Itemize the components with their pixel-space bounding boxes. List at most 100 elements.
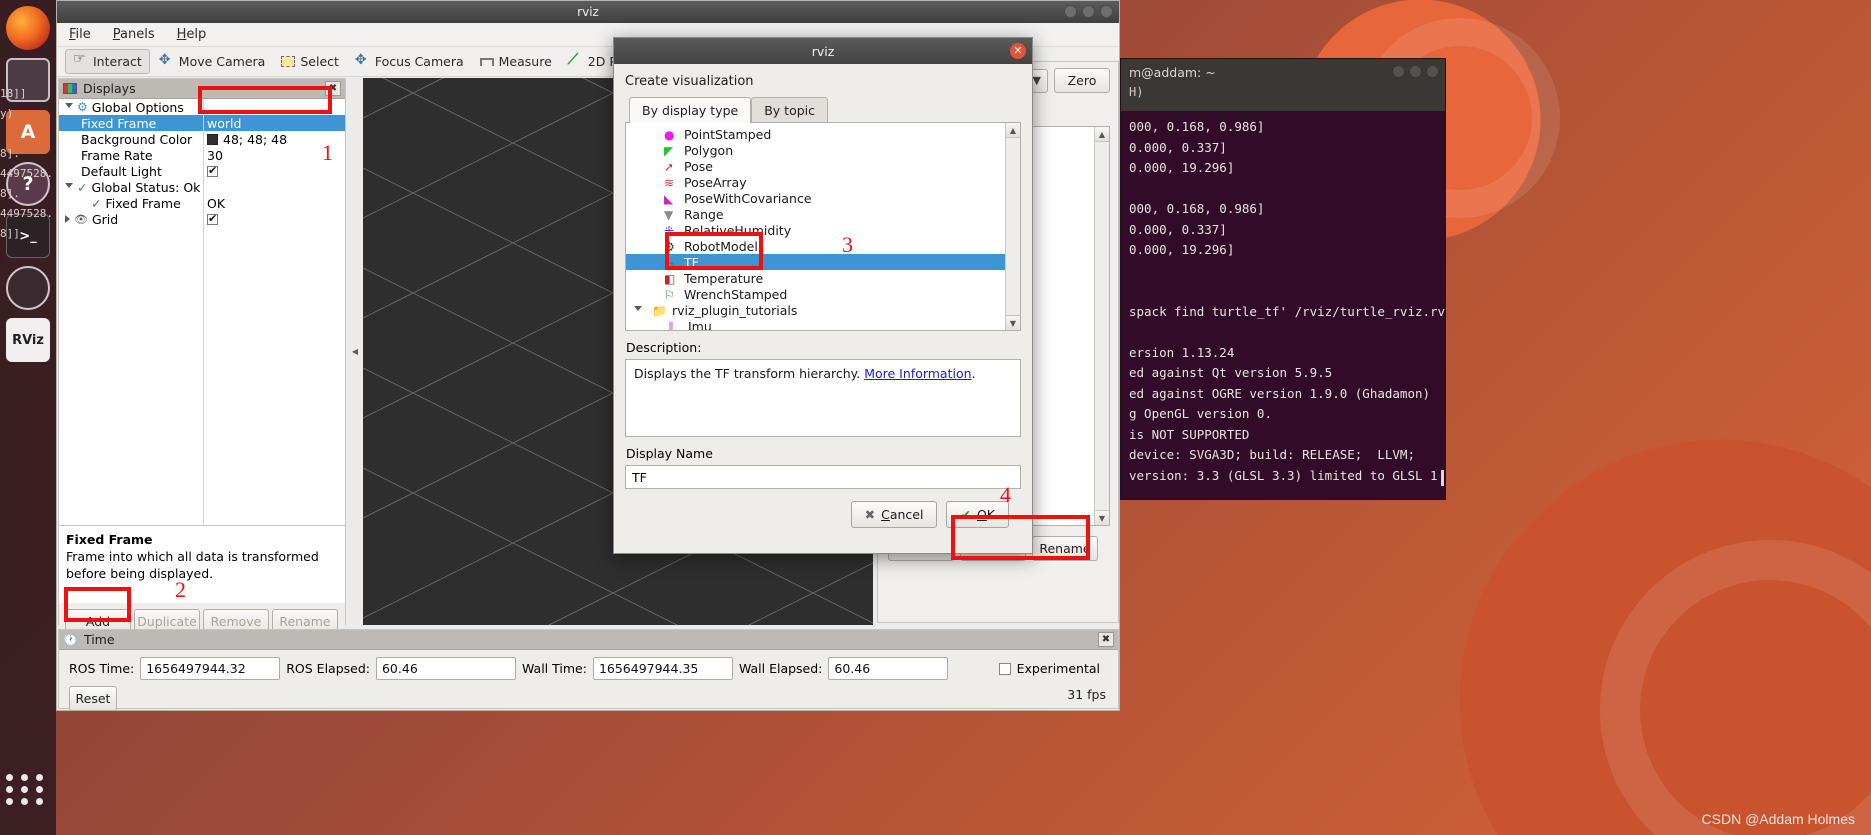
property-label: Global Status: Ok [91,179,201,195]
annotation-number-2: 2 [175,577,186,602]
menu-file[interactable]: File [69,27,91,42]
tree-column-splitter[interactable] [203,99,204,525]
dialog-close-icon[interactable]: ✕ [1010,43,1026,59]
menu-panels[interactable]: Panels [113,27,155,42]
property-row[interactable]: ⚙ Global Options [59,99,345,115]
scroll-down-icon[interactable]: ▼ [1095,510,1109,525]
firefox-icon[interactable] [6,6,50,50]
measure-icon [479,57,494,66]
experimental-toggle[interactable]: Experimental [998,661,1110,676]
tool-select[interactable]: Select [274,50,346,73]
display-type-item[interactable]: ◤ Polygon [626,142,1020,158]
property-checkbox[interactable] [207,212,218,225]
tool-measure[interactable]: Measure [473,50,559,73]
property-row[interactable]: Frame Rate 30 [59,147,345,163]
pose-array-icon: ≋ [664,175,675,190]
scroll-up-icon[interactable]: ▲ [1006,123,1020,138]
tool-interact[interactable]: Interact [65,49,150,74]
terminal-title: m@addam: ~ [1129,64,1216,80]
property-value-cell[interactable] [203,212,345,225]
wall-elapsed-input[interactable]: 60.46 [828,657,949,680]
minimize-icon[interactable] [1392,65,1405,78]
ros-elapsed-label: ROS Elapsed: [286,661,370,676]
property-checkbox[interactable] [207,164,218,177]
display-type-item[interactable]: ‖ Imu [626,318,1020,331]
display-type-item[interactable]: ◣ PoseWithCovariance [626,190,1020,206]
maximize-icon[interactable] [1082,5,1095,18]
menu-help[interactable]: Help [177,27,207,42]
reset-button[interactable]: Reset [69,686,117,711]
tool-focus-camera[interactable]: Focus Camera [348,50,471,73]
stop-icon[interactable] [6,266,50,310]
time-panel-close-icon[interactable]: ✖ [1098,632,1114,647]
property-row[interactable]: Background Color 48; 48; 48 [59,131,345,147]
display-name-input[interactable]: TF [625,465,1021,489]
tab-by-display-type[interactable]: By display type [629,97,752,123]
displays-panel-close-icon[interactable]: ✖ [325,81,341,96]
display-type-scrollbar[interactable]: ▲ ▼ [1005,123,1020,330]
more-information-link[interactable]: More Information [864,366,971,381]
display-type-item[interactable]: ➚ Pose [626,158,1020,174]
wall-elapsed-label: Wall Elapsed: [738,661,823,676]
display-type-item[interactable]: ⁜ RelativeHumidity [626,222,1020,238]
display-type-item[interactable]: ▼ Range [626,206,1020,222]
eye-icon[interactable]: 👁 [74,213,88,226]
display-type-item[interactable]: ● PointStamped [626,126,1020,142]
rviz-launcher-icon[interactable]: RViz [6,318,50,362]
views-scrollbar[interactable]: ▲ ▼ [1094,127,1109,525]
cancel-button[interactable]: ✖ Cancel [850,501,938,528]
property-row[interactable]: 👁 Grid [59,211,345,227]
tool-interact-label: Interact [93,54,142,69]
views-rename-button[interactable]: Rename [1032,536,1098,561]
property-row[interactable]: ✓ Global Status: Ok [59,179,345,195]
displays-panel-title: Displays [83,81,136,96]
color-swatch[interactable] [207,133,218,145]
rviz-window-buttons[interactable] [1064,5,1113,18]
display-type-item[interactable]: ⤳ TF [626,254,1020,270]
chevron-down-icon[interactable] [65,182,73,192]
tool-move-camera[interactable]: Move Camera [152,50,273,73]
property-value-cell[interactable]: world [203,116,345,131]
display-type-item[interactable]: ◧ Temperature [626,270,1020,286]
terminal-window[interactable]: m@addam: ~ H) 000, 0.168, 0.986] 0.000, … [1120,58,1446,500]
app-grid-icon[interactable] [6,774,46,805]
zero-button[interactable]: Zero [1054,68,1110,93]
property-value-cell[interactable]: OK [203,196,345,211]
terminal-subtitle: H) [1121,85,1445,111]
wall-time-input[interactable]: 1656497944.35 [592,657,733,680]
chevron-down-icon[interactable] [634,305,642,315]
property-row[interactable]: Fixed Frame world [59,115,345,131]
scroll-up-icon[interactable]: ▲ [1095,127,1109,142]
experimental-label: Experimental [1016,661,1100,676]
terminal-window-buttons[interactable] [1392,65,1439,78]
chevron-down-icon[interactable] [65,102,73,112]
dialog-button-row[interactable]: ✖ Cancel ✔ OK [625,489,1021,528]
property-row[interactable]: ✓ Fixed Frame OK [59,195,345,211]
close-icon[interactable] [1100,5,1113,18]
display-type-label: rviz_plugin_tutorials [672,302,798,318]
experimental-checkbox[interactable] [998,662,1011,675]
maximize-icon[interactable] [1409,65,1422,78]
display-type-item[interactable]: ⚙ RobotModel [626,238,1020,254]
time-fields-row[interactable]: ROS Time: 1656497944.32 ROS Elapsed: 60.… [59,650,1118,680]
property-value-cell[interactable] [203,164,345,177]
display-type-item[interactable]: ⚐ WrenchStamped [626,286,1020,302]
property-name-cell: Background Color [59,132,203,147]
property-row[interactable]: Default Light [59,163,345,179]
close-icon[interactable] [1426,65,1439,78]
ros-time-input[interactable]: 1656497944.32 [140,657,281,680]
minimize-icon[interactable] [1064,5,1077,18]
display-type-item[interactable]: ≋ PoseArray [626,174,1020,190]
tab-by-topic[interactable]: By topic [751,97,829,123]
panel-splitter[interactable] [348,78,362,625]
dialog-tabs[interactable]: By display type By topic [629,97,1021,123]
chevron-right-icon[interactable] [65,215,70,223]
ros-elapsed-input[interactable]: 60.46 [375,657,516,680]
point-stamped-icon: ● [664,127,675,142]
display-type-item[interactable]: 📁 rviz_plugin_tutorials [626,302,1020,318]
focus-camera-icon [355,52,370,69]
display-type-label: WrenchStamped [684,286,788,302]
display-type-list[interactable]: ● PointStamped ◤ Polygon ➚ Pose ≋ PoseArray ◣ Pos… [625,122,1021,331]
displays-property-tree[interactable]: ⚙ Global Options Fixed Frame world Backgroun… [59,99,345,525]
scroll-down-icon[interactable]: ▼ [1006,315,1020,330]
